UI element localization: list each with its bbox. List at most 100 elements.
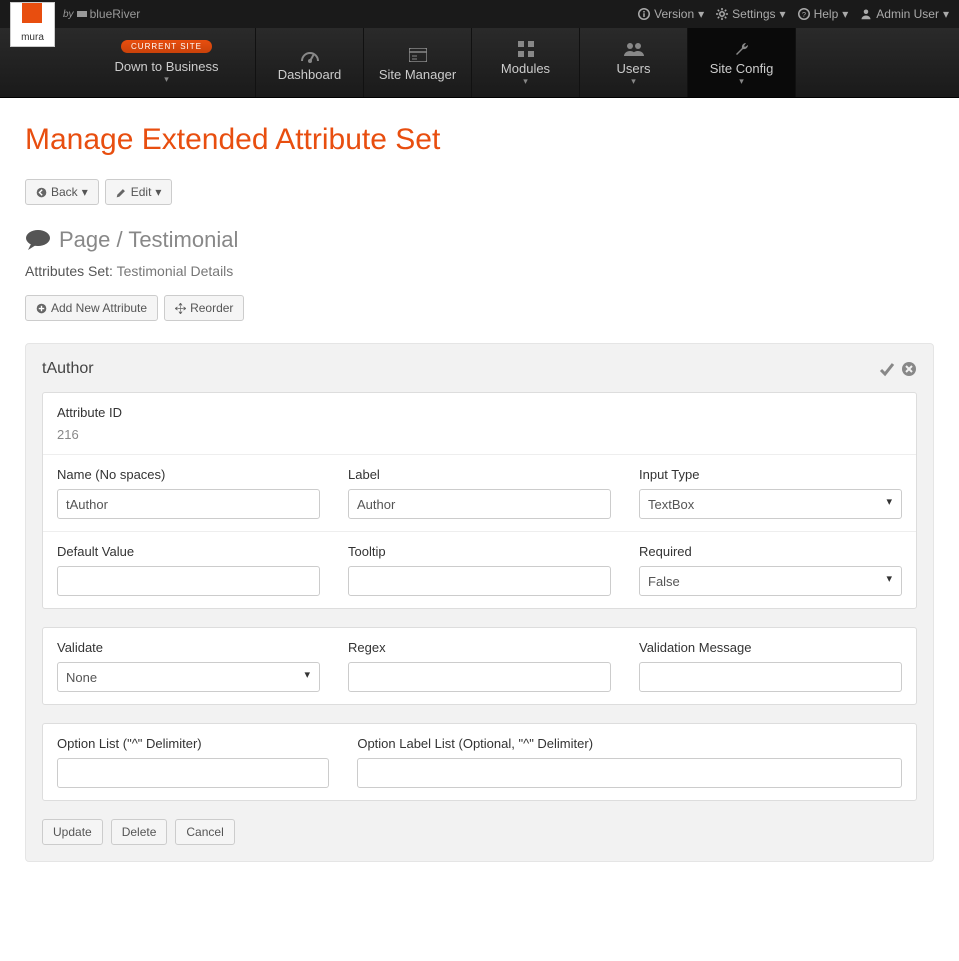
help-icon: ? <box>798 8 810 20</box>
panel-title: tAuthor <box>42 360 94 378</box>
confirm-icon[interactable] <box>879 360 895 378</box>
default-input[interactable] <box>57 566 320 596</box>
delete-button[interactable]: Delete <box>111 819 168 845</box>
current-site-label: Down to Business <box>114 59 218 74</box>
optlabel-label: Option Label List (Optional, "^" Delimit… <box>357 736 902 751</box>
regex-label: Regex <box>348 640 611 655</box>
svg-text:?: ? <box>801 10 805 19</box>
caret-down-icon: ▾ <box>739 76 744 87</box>
label-cell: Label <box>334 455 625 531</box>
arrow-left-icon <box>36 187 47 198</box>
optlabel-input[interactable] <box>357 758 902 788</box>
nav-modules[interactable]: Modules ▾ <box>472 28 580 97</box>
current-site-badge: CURRENT SITE <box>121 40 212 53</box>
required-label: Required <box>639 544 902 559</box>
content: Manage Extended Attribute Set Back ▾ Edi… <box>0 98 959 887</box>
vendor-icon <box>77 9 87 19</box>
nav-label: Users <box>617 61 651 76</box>
nav-site-config[interactable]: Site Config ▾ <box>688 28 796 97</box>
back-button[interactable]: Back ▾ <box>25 179 99 205</box>
modules-icon <box>518 38 534 59</box>
nav-label: Site Manager <box>379 67 456 82</box>
settings-menu[interactable]: Settings ▾ <box>716 7 785 21</box>
validate-label: Validate <box>57 640 320 655</box>
optlist-cell: Option List ("^" Delimiter) <box>43 724 343 800</box>
nav-dashboard[interactable]: Dashboard <box>256 28 364 97</box>
pencil-icon <box>116 187 127 198</box>
site-manager-icon <box>409 44 427 65</box>
valmsg-label: Validation Message <box>639 640 902 655</box>
regex-cell: Regex <box>334 628 625 704</box>
top-bar: mura by blueRiver Version ▾ Settings ▾ ?… <box>0 0 959 28</box>
validate-cell: Validate None <box>43 628 334 704</box>
optlist-label: Option List ("^" Delimiter) <box>57 736 329 751</box>
reorder-button[interactable]: Reorder <box>164 295 244 321</box>
comment-icon <box>25 229 51 251</box>
plus-icon <box>36 303 47 314</box>
form-actions: Update Delete Cancel <box>42 819 917 845</box>
name-input[interactable] <box>57 489 320 519</box>
user-menu[interactable]: Admin User ▾ <box>860 7 949 21</box>
vendor-link[interactable]: blueRiver <box>77 7 141 21</box>
nav-site-manager[interactable]: Site Manager <box>364 28 472 97</box>
nav-label: Site Config <box>710 61 774 76</box>
tooltip-input[interactable] <box>348 566 611 596</box>
caret-down-icon: ▾ <box>943 7 949 21</box>
attr-id-label: Attribute ID <box>57 405 902 420</box>
dashboard-icon <box>300 44 320 65</box>
required-select[interactable]: False <box>639 566 902 596</box>
vendor-text: blueRiver <box>90 7 141 21</box>
name-label: Name (No spaces) <box>57 467 320 482</box>
attr-id-value: 216 <box>57 427 902 442</box>
name-cell: Name (No spaces) <box>43 455 334 531</box>
attr-id-cell: Attribute ID 216 <box>43 393 916 454</box>
input-type-select[interactable]: TextBox <box>639 489 902 519</box>
nav-label: Dashboard <box>278 67 342 82</box>
attrs-set-value: Testimonial Details <box>117 263 234 279</box>
attrs-set-label: Attributes Set: <box>25 263 113 279</box>
top-bar-right: Version ▾ Settings ▾ ? Help ▾ Admin User… <box>638 7 949 21</box>
default-label: Default Value <box>57 544 320 559</box>
optlist-input[interactable] <box>57 758 329 788</box>
caret-down-icon: ▾ <box>842 7 848 21</box>
attributes-set-line: Attributes Set: Testimonial Details <box>25 263 934 279</box>
nav-current-site[interactable]: CURRENT SITE Down to Business ▾ <box>78 28 256 97</box>
required-cell: Required False <box>625 532 916 608</box>
by-label: by <box>63 9 74 20</box>
close-icon[interactable] <box>901 360 917 378</box>
attributes-toolbar: Add New Attribute Reorder <box>25 295 934 321</box>
move-icon <box>175 303 186 314</box>
caret-down-icon: ▾ <box>780 7 786 21</box>
page-title: Manage Extended Attribute Set <box>25 123 934 157</box>
regex-input[interactable] <box>348 662 611 692</box>
brand-text: mura <box>21 32 44 46</box>
form-box-validate: Validate None Regex Validation Message <box>42 627 917 705</box>
brand-logo[interactable]: mura <box>10 2 55 47</box>
caret-down-icon: ▾ <box>164 74 169 85</box>
info-icon <box>638 8 650 20</box>
form-box-options: Option List ("^" Delimiter) Option Label… <box>42 723 917 801</box>
edit-button[interactable]: Edit ▾ <box>105 179 173 205</box>
users-icon <box>624 38 644 59</box>
section-heading: Page / Testimonial <box>25 227 934 253</box>
input-type-label: Input Type <box>639 467 902 482</box>
add-attribute-button[interactable]: Add New Attribute <box>25 295 158 321</box>
tooltip-label: Tooltip <box>348 544 611 559</box>
form-box-basic: Attribute ID 216 Name (No spaces) Label … <box>42 392 917 609</box>
caret-down-icon: ▾ <box>82 185 88 199</box>
cancel-button[interactable]: Cancel <box>175 819 234 845</box>
version-menu[interactable]: Version ▾ <box>638 7 704 21</box>
validate-select[interactable]: None <box>57 662 320 692</box>
label-input[interactable] <box>348 489 611 519</box>
panel-head: tAuthor <box>42 360 917 378</box>
tooltip-cell: Tooltip <box>334 532 625 608</box>
panel-actions <box>879 360 917 378</box>
caret-down-icon: ▾ <box>155 185 161 199</box>
valmsg-input[interactable] <box>639 662 902 692</box>
input-type-cell: Input Type TextBox <box>625 455 916 531</box>
logo-mark <box>22 3 42 23</box>
update-button[interactable]: Update <box>42 819 103 845</box>
wrench-icon <box>734 38 750 59</box>
help-menu[interactable]: ? Help ▾ <box>798 7 849 21</box>
nav-users[interactable]: Users ▾ <box>580 28 688 97</box>
